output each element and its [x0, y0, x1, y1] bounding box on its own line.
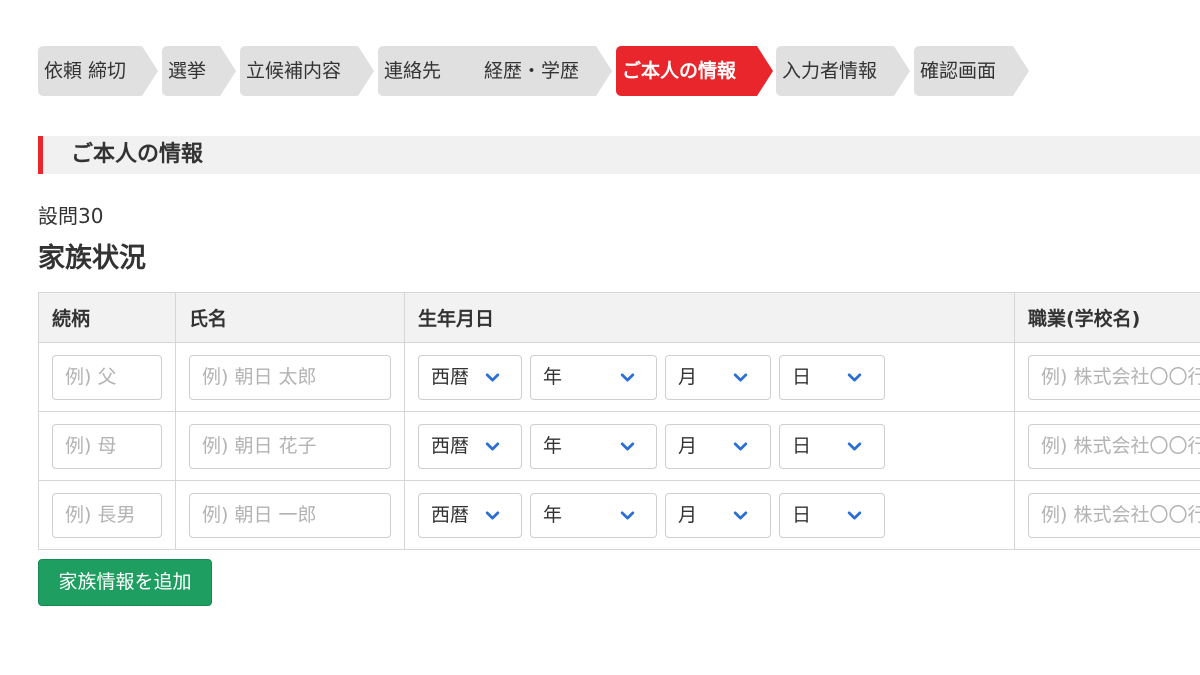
chevron-down-icon	[733, 441, 748, 451]
occupation-input[interactable]	[1028, 354, 1200, 400]
step-personal-info[interactable]: ご本人の情報	[616, 46, 773, 96]
month-select-value: 月	[678, 434, 698, 457]
step-election[interactable]: 選挙	[162, 46, 236, 96]
chevron-down-icon	[847, 372, 862, 382]
year-select[interactable]: 年	[530, 354, 657, 400]
chevron-down-icon	[847, 441, 862, 451]
era-select[interactable]: 西暦	[418, 354, 522, 400]
chevron-down-icon	[620, 372, 635, 382]
table-row: 西暦 年 月 日	[38, 411, 1200, 481]
day-select-value: 日	[792, 503, 812, 526]
month-select[interactable]: 月	[665, 354, 771, 400]
occupation-input[interactable]	[1028, 492, 1200, 538]
table-row: 西暦 年 月 日	[38, 342, 1200, 412]
step-inputter-info[interactable]: 入力者情報	[776, 46, 910, 96]
chevron-down-icon	[847, 510, 862, 520]
name-input[interactable]	[189, 354, 391, 400]
era-select-value: 西暦	[431, 365, 470, 388]
chevron-down-icon	[485, 441, 500, 451]
relation-cell	[38, 480, 176, 550]
step-career[interactable]: 経歴・学歴	[478, 46, 612, 96]
name-cell	[175, 342, 405, 412]
birthdate-cell: 西暦 年 月 日	[404, 342, 1015, 412]
chevron-down-icon	[620, 510, 635, 520]
birthdate-cell: 西暦 年 月 日	[404, 480, 1015, 550]
month-select[interactable]: 月	[665, 423, 771, 469]
relation-cell	[38, 411, 176, 481]
chevron-down-icon	[485, 510, 500, 520]
step-candidacy[interactable]: 立候補内容	[240, 46, 374, 96]
header-name: 氏名	[175, 292, 405, 343]
era-select-value: 西暦	[431, 503, 470, 526]
occupation-cell	[1014, 411, 1200, 481]
day-select[interactable]: 日	[779, 423, 885, 469]
day-select-value: 日	[792, 365, 812, 388]
header-occupation: 職業(学校名)	[1014, 292, 1200, 343]
birthdate-cell: 西暦 年 月 日	[404, 411, 1015, 481]
chevron-down-icon	[733, 372, 748, 382]
relation-input[interactable]	[52, 354, 162, 400]
add-family-button[interactable]: 家族情報を追加	[38, 559, 212, 606]
question-title: 家族状況	[38, 243, 146, 274]
year-select-value: 年	[543, 503, 563, 526]
section-header: ご本人の情報	[38, 136, 1200, 174]
family-table: 続柄 氏名 生年月日 職業(学校名) 西暦	[38, 292, 1200, 550]
header-birthdate: 生年月日	[404, 292, 1015, 343]
era-select[interactable]: 西暦	[418, 423, 522, 469]
table-header-row: 続柄 氏名 生年月日 職業(学校名)	[38, 292, 1200, 343]
chevron-down-icon	[733, 510, 748, 520]
name-input[interactable]	[189, 423, 391, 469]
relation-input[interactable]	[52, 423, 162, 469]
year-select-value: 年	[543, 434, 563, 457]
month-select[interactable]: 月	[665, 492, 771, 538]
month-select-value: 月	[678, 365, 698, 388]
month-select-value: 月	[678, 503, 698, 526]
chevron-down-icon	[485, 372, 500, 382]
name-cell	[175, 411, 405, 481]
chevron-down-icon	[620, 441, 635, 451]
era-select-value: 西暦	[431, 434, 470, 457]
year-select-value: 年	[543, 365, 563, 388]
occupation-cell	[1014, 480, 1200, 550]
question-number: 設問30	[38, 204, 104, 228]
relation-input[interactable]	[52, 492, 162, 538]
day-select[interactable]: 日	[779, 492, 885, 538]
occupation-cell	[1014, 342, 1200, 412]
relation-cell	[38, 342, 176, 412]
occupation-input[interactable]	[1028, 423, 1200, 469]
era-select[interactable]: 西暦	[418, 492, 522, 538]
year-select[interactable]: 年	[530, 492, 657, 538]
day-select-value: 日	[792, 434, 812, 457]
section-title: ご本人の情報	[71, 142, 204, 167]
step-confirmation[interactable]: 確認画面	[914, 46, 1029, 96]
header-relation: 続柄	[38, 292, 176, 343]
table-row: 西暦 年 月 日	[38, 480, 1200, 550]
page: 依頼 締切 選挙 立候補内容 連絡先 経歴・学歴 ご本人の情報 入力者情報 確認…	[0, 0, 1200, 675]
name-cell	[175, 480, 405, 550]
year-select[interactable]: 年	[530, 423, 657, 469]
name-input[interactable]	[189, 492, 391, 538]
step-request-deadline[interactable]: 依頼 締切	[38, 46, 158, 96]
day-select[interactable]: 日	[779, 354, 885, 400]
